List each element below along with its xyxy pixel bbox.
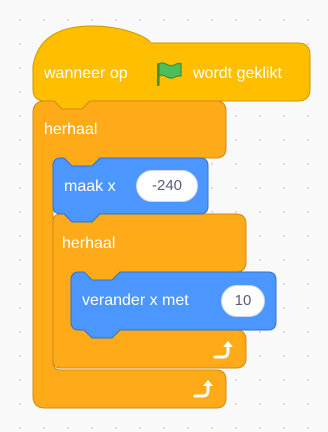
change-x-value-input[interactable]: 10 (221, 285, 265, 317)
loop-arrow-icon (193, 380, 213, 398)
green-flag-icon (157, 62, 182, 86)
change-x-label: verander x met (82, 292, 189, 309)
hat-label-before: wanneer op (44, 65, 128, 82)
inner-repeat-label: herhaal (62, 235, 116, 252)
hat-label-after: wordt geklikt (193, 65, 282, 82)
outer-repeat-label: herhaal (44, 121, 98, 138)
set-x-label: maak x (64, 178, 116, 195)
scratch-code-area: wanneer op wordt geklikt herhaal maak x … (0, 0, 328, 432)
loop-arrow-icon (213, 341, 233, 359)
set-x-value-input[interactable]: -240 (136, 170, 198, 202)
